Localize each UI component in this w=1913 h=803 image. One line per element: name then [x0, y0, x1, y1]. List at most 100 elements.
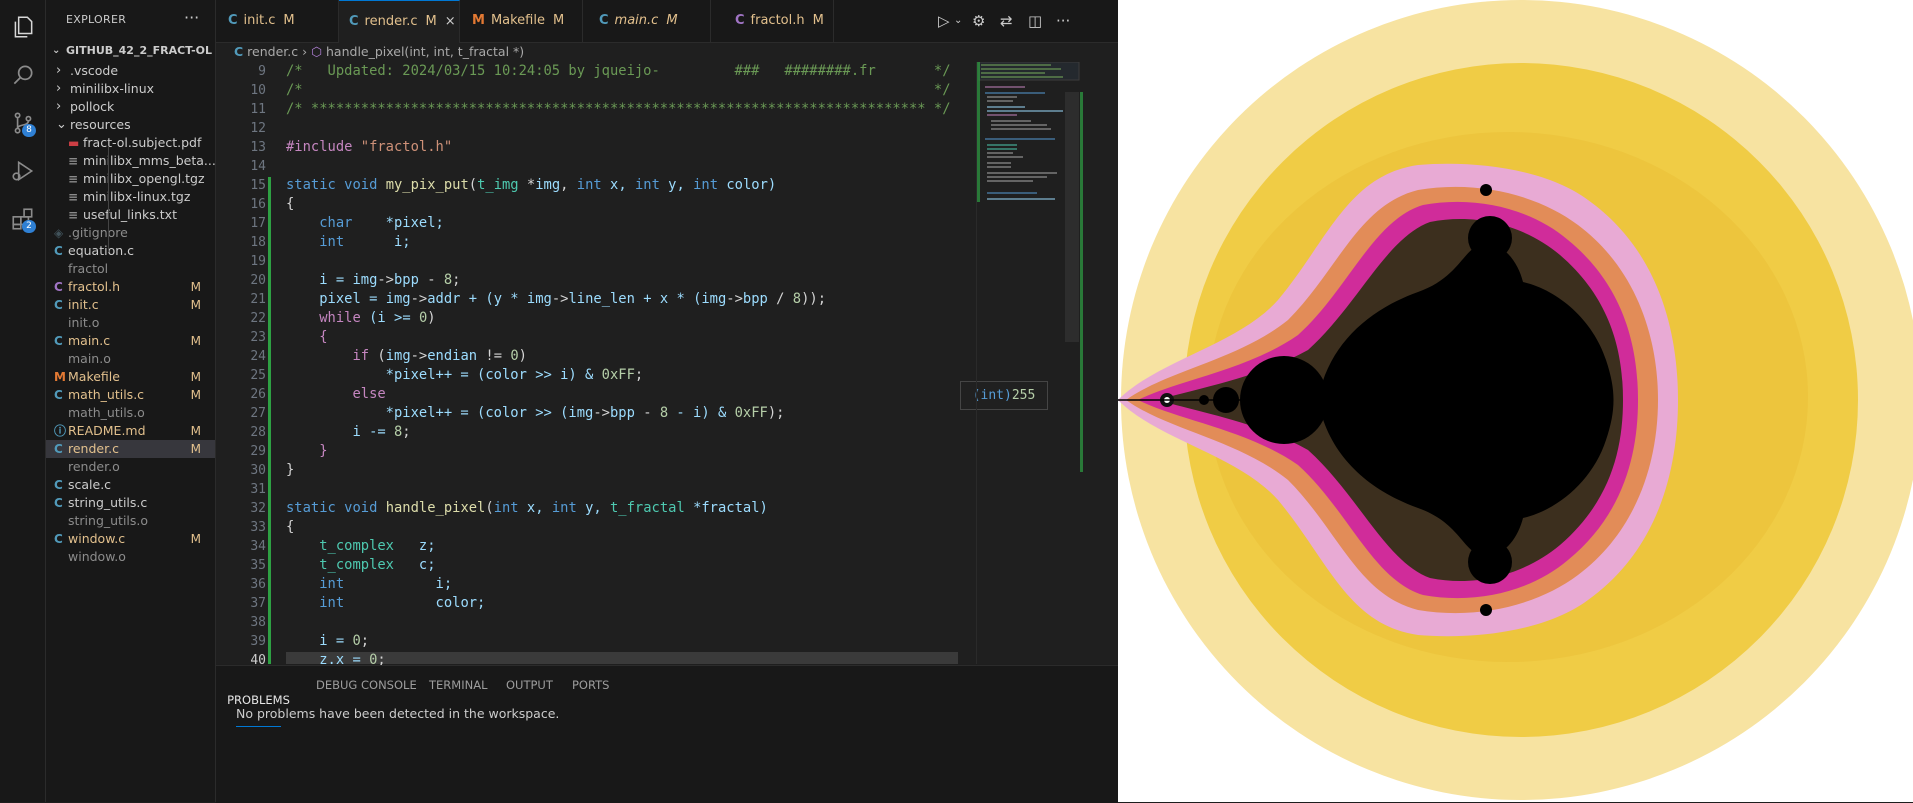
source-control-icon[interactable]: 8	[0, 101, 45, 145]
tab-main-c[interactable]: Cmain.c M	[583, 0, 711, 42]
file-tree-item[interactable]: string_utils.o	[46, 512, 215, 530]
file-tree-label: minilibx-linux.tgz	[83, 189, 191, 204]
line-number: 21	[250, 292, 266, 307]
scm-badge: 8	[22, 124, 36, 137]
file-tree-label: render.o	[68, 459, 120, 474]
file-file-icon: ≡	[68, 172, 79, 186]
file-tree-item[interactable]: math_utils.o	[46, 404, 215, 422]
run-debug-icon[interactable]	[0, 149, 45, 193]
file-tree-item[interactable]: ⓘ README.md M	[46, 422, 215, 440]
code-line: t_complex z;	[319, 538, 436, 554]
file-tree-item[interactable]: ≡ minilibx_mms_beta...	[46, 152, 215, 170]
extensions-icon[interactable]: 2	[0, 197, 45, 241]
tab-debug-console[interactable]: DEBUG CONSOLE	[316, 678, 417, 692]
git-status-badge: M	[190, 442, 201, 456]
line-number: 24	[250, 349, 266, 364]
fractol-window[interactable]	[1118, 0, 1913, 802]
file-tree-item[interactable]: ◈ .gitignore	[46, 224, 215, 242]
c-file-icon: C	[54, 532, 63, 546]
tab-render-c[interactable]: Crender.c M ×	[339, 0, 460, 43]
line-number: 22	[250, 311, 266, 326]
file-tree-label: math_utils.o	[68, 405, 145, 420]
tab-output[interactable]: OUTPUT	[506, 678, 553, 692]
line-number: 31	[250, 482, 266, 497]
line-number: 34	[250, 539, 266, 554]
line-number: 9	[258, 64, 266, 79]
file-tree-item[interactable]: Cinit.c M	[46, 296, 215, 314]
horizontal-scrollbar[interactable]	[286, 652, 958, 664]
file-tree-item[interactable]: main.o	[46, 350, 215, 368]
more-actions-icon[interactable]: ···	[1056, 12, 1070, 30]
tab-fractol-h[interactable]: Cfractol.h M	[711, 0, 834, 42]
tab-label: render.c	[364, 14, 418, 29]
file-tree-item[interactable]: render.o	[46, 458, 215, 476]
file-tree-item[interactable]: Cstring_utils.c	[46, 494, 215, 512]
breadcrumb-file[interactable]: render.c	[247, 44, 298, 59]
file-tree-item[interactable]: ⌄ resources	[46, 116, 215, 134]
file-tree-label: window.c	[68, 531, 126, 546]
file-tree-label: pollock	[70, 99, 115, 114]
file-tree-item[interactable]: fractol	[46, 260, 215, 278]
file-tree-item[interactable]: Cwindow.c M	[46, 530, 215, 548]
more-actions-icon[interactable]: ···	[184, 8, 199, 27]
tab-ports[interactable]: PORTS	[572, 678, 609, 692]
file-tree-item[interactable]: Crender.c M	[46, 440, 215, 458]
code-line: /* *************************************…	[286, 101, 951, 117]
breadcrumb-symbol[interactable]: handle_pixel(int, int, t_fractal *)	[326, 44, 524, 59]
file-tree-label: useful_links.txt	[83, 207, 177, 222]
file-tree-item[interactable]: ≡ minilibx_opengl.tgz	[46, 170, 215, 188]
file-tree-item[interactable]: Cmath_utils.c M	[46, 386, 215, 404]
tab-init-c[interactable]: Cinit.c M	[216, 0, 339, 42]
file-tree-item[interactable]: › minilibx-linux	[46, 80, 215, 98]
file-tree-item[interactable]: › pollock	[46, 98, 215, 116]
file-tree-item[interactable]: ▬ fract-ol.subject.pdf	[46, 134, 215, 152]
file-tree-item[interactable]: Cscale.c	[46, 476, 215, 494]
compare-icon[interactable]: ⇄	[1000, 12, 1013, 30]
file-tree-label: string_utils.o	[68, 513, 149, 528]
c-file-icon: C	[54, 388, 63, 402]
file-tree-item[interactable]: › .vscode	[46, 62, 215, 80]
file-tree-label: fract-ol.subject.pdf	[83, 135, 202, 150]
explorer-icon[interactable]	[0, 5, 45, 49]
chevron-down-icon[interactable]: ⌄	[954, 15, 962, 26]
file-tree-label: .gitignore	[68, 225, 128, 240]
line-number: 20	[250, 273, 266, 288]
file-tree-label: init.o	[68, 315, 100, 330]
gear-icon[interactable]: ⚙	[972, 12, 985, 30]
line-number: 26	[250, 387, 266, 402]
line-number: 23	[250, 330, 266, 345]
c-file-icon: C	[54, 478, 63, 492]
file-tree-label: resources	[70, 117, 131, 132]
activity-bar: 8 2	[0, 0, 46, 802]
workspace-root[interactable]: ⌄ GITHUB_42_2_FRACT-OL	[46, 40, 215, 62]
line-number: 32	[250, 501, 266, 516]
line-number: 36	[250, 577, 266, 592]
code-line: /* Updated: 2024/03/15 10:24:05 by jquei…	[286, 63, 951, 79]
search-icon[interactable]	[0, 53, 45, 97]
line-number: 11	[250, 102, 266, 117]
file-tree-item[interactable]: window.o	[46, 548, 215, 566]
line-number: 37	[250, 596, 266, 611]
minimap[interactable]	[976, 61, 1085, 664]
code-line: i = img->bpp - 8;	[286, 272, 461, 288]
file-tree-item[interactable]: ≡ useful_links.txt	[46, 206, 215, 224]
close-icon[interactable]: ×	[445, 14, 456, 29]
file-tree-item[interactable]: Cmain.c M	[46, 332, 215, 350]
tab-makefile[interactable]: M Makefile M	[460, 0, 583, 42]
file-tree-item[interactable]: init.o	[46, 314, 215, 332]
mandelbrot-render	[1118, 0, 1913, 802]
line-number: 35	[250, 558, 266, 573]
file-tree-item[interactable]: Cfractol.h M	[46, 278, 215, 296]
file-file-icon: ≡	[68, 154, 79, 168]
file-tree-item[interactable]: Cequation.c	[46, 242, 215, 260]
line-number: 19	[250, 254, 266, 269]
split-editor-icon[interactable]: ◫	[1028, 12, 1042, 30]
code-line: static void handle_pixel(int x, int y, t…	[286, 500, 768, 516]
c-file-icon: C	[234, 44, 244, 59]
line-number: 18	[250, 235, 266, 250]
line-number: 28	[250, 425, 266, 440]
file-tree-item[interactable]: ≡ minilibx-linux.tgz	[46, 188, 215, 206]
run-icon[interactable]: ▷	[938, 12, 950, 30]
file-tree-item[interactable]: M Makefile M	[46, 368, 215, 386]
tab-terminal[interactable]: TERMINAL	[429, 678, 487, 692]
